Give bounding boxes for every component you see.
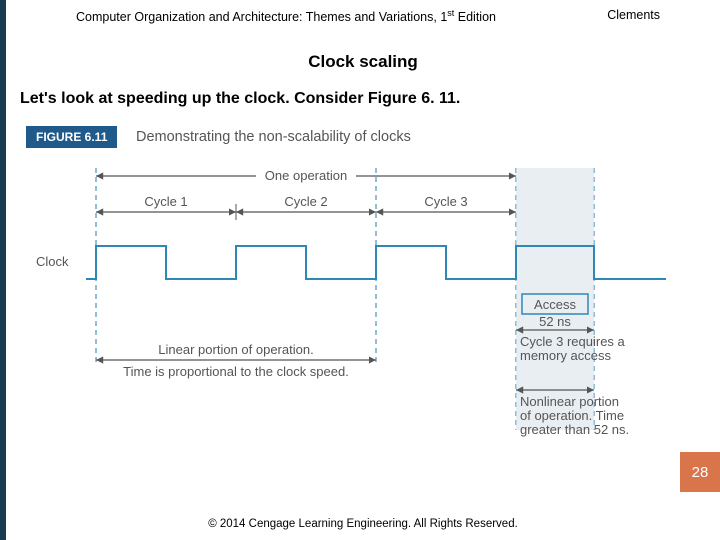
nonlin2: of operation. Time	[520, 408, 624, 423]
c3-note2: memory access	[520, 348, 612, 363]
book-title: Computer Organization and Architecture: …	[76, 8, 496, 24]
figure-container: FIGURE 6.11 Demonstrating the non-scalab…	[26, 126, 702, 438]
slide-title: Clock scaling	[6, 52, 720, 72]
edition-tail: Edition	[454, 10, 496, 24]
book-name: Computer Organization and Architecture: …	[76, 10, 447, 24]
t52-label: 52 ns	[539, 314, 571, 329]
author-name: Clements	[607, 8, 660, 24]
page-number: 28	[692, 464, 709, 481]
header-bar: Computer Organization and Architecture: …	[76, 8, 660, 24]
linear-note1: Linear portion of operation.	[158, 342, 313, 357]
access-label: Access	[534, 297, 576, 312]
one-operation-label: One operation	[265, 168, 347, 183]
body-text: Let's look at speeding up the clock. Con…	[20, 90, 460, 108]
slide: Computer Organization and Architecture: …	[0, 0, 720, 540]
cycle3-label: Cycle 3	[424, 194, 467, 209]
clock-label: Clock	[36, 254, 69, 269]
nonlin1: Nonlinear portion	[520, 394, 619, 409]
c3-note1: Cycle 3 requires a	[520, 334, 626, 349]
nonlin3: greater than 52 ns.	[520, 422, 629, 437]
cycle1-label: Cycle 1	[144, 194, 187, 209]
page-number-badge: 28	[680, 452, 720, 492]
cycle2-label: Cycle 2	[284, 194, 327, 209]
timing-diagram: One operation Cycle 1 Cycle 2 Cycle 3 Cl…	[26, 154, 702, 444]
linear-note2: Time is proportional to the clock speed.	[123, 364, 349, 379]
copyright-footer: © 2014 Cengage Learning Engineering. All…	[6, 518, 720, 530]
figure-badge: FIGURE 6.11	[26, 126, 117, 148]
figure-caption: Demonstrating the non-scalability of clo…	[136, 129, 411, 145]
